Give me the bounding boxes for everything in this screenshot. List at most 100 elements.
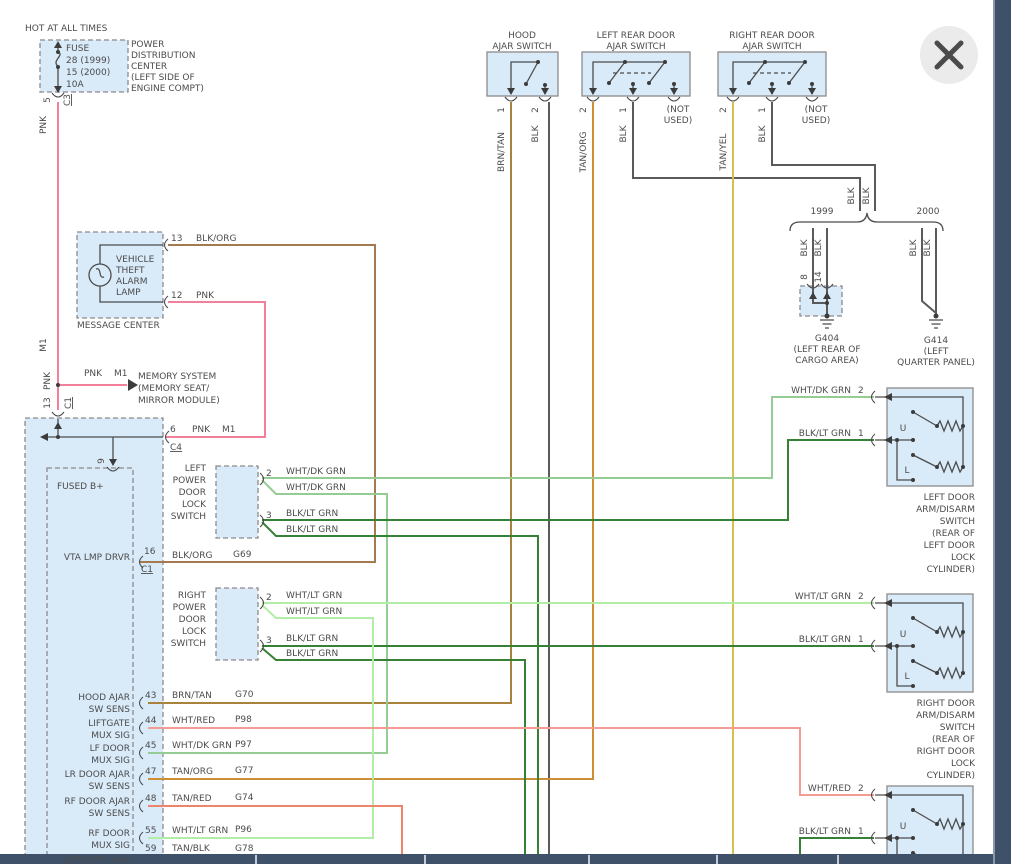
right-ads-label-5: RIGHT DOOR (917, 747, 975, 757)
lpdl-title-5: SWITCH (171, 512, 206, 522)
fuse-pin-5: 5 (43, 97, 53, 103)
row55-pin: 55 (145, 826, 156, 836)
rpdl-pin-2: 2 (266, 593, 272, 603)
row55-circuit: P96 (235, 825, 252, 835)
right-ads-u: U (900, 630, 907, 640)
liftgate-ads-pin-1: 1 (858, 827, 864, 837)
vta-circuit: G69 (233, 550, 252, 560)
row44-label-1: LIFTGATE (88, 719, 130, 729)
right-ads-wire-1: BLK/LT GRN (799, 635, 851, 645)
mc-wire-12: PNK (196, 291, 215, 301)
row48-wire: TAN/RED (171, 794, 212, 804)
mc-pin-12: 12 (171, 291, 182, 301)
rpdl-wire-2a: WHT/LT GRN (286, 591, 342, 601)
year-1999: 1999 (811, 207, 834, 217)
g404-pin-14: 14 (814, 271, 824, 283)
wire-tan-org (148, 102, 593, 779)
pdc-line-2: DISTRIBUTION (131, 51, 195, 61)
year-2000: 2000 (917, 207, 940, 217)
left-ads-wire-1: BLK/LT GRN (799, 429, 851, 439)
wire-blk-left-rear: BLK (619, 124, 629, 142)
right-rear-pin-2: 2 (719, 107, 729, 113)
rpdl-title-3: DOOR (179, 615, 206, 625)
pin6-wire-pnk: PNK (192, 425, 211, 435)
row44-wire: WHT/RED (172, 716, 215, 726)
message-center: MESSAGE CENTER (77, 321, 160, 331)
right-rear-title-1: RIGHT REAR DOOR (729, 31, 815, 41)
left-ads-l: L (904, 466, 909, 476)
close-button[interactable] (920, 26, 978, 84)
right-ads-l: L (904, 672, 909, 682)
row48-circuit: G74 (235, 793, 254, 803)
memory-system-arrow (128, 379, 138, 391)
rpdl-title-1: RIGHT (178, 591, 207, 601)
lpdl-wire-3b: BLK/LT GRN (286, 525, 338, 535)
diagram-labels: HOT AT ALL TIMESFUSE28 (1999)15 (2000)10… (25, 24, 976, 864)
left-ads-label-1: LEFT DOOR (924, 493, 975, 503)
left-ads-label-5: LEFT DOOR (924, 541, 975, 551)
g414-wire-blk-2: BLK (923, 238, 933, 256)
left-door-arm-disarm-switch (875, 388, 973, 486)
memory-system-2: (MEMORY SEAT/ (138, 384, 210, 394)
pdc-line-1: POWER (131, 40, 164, 50)
row43-label-2: SW SENS (89, 705, 131, 715)
wire-tan-yel: TAN/YEL (719, 134, 729, 172)
left-rear-not-used-1: (NOT (667, 105, 690, 115)
right-door-arm-disarm-switch (875, 594, 973, 692)
vta-conn-c1: C1 (141, 565, 153, 575)
fuse-rating: 10A (66, 80, 84, 90)
row48-label-1: RF DOOR AJAR (64, 797, 130, 807)
row43-circuit: G70 (235, 690, 254, 700)
pdc-line-5: ENGINE COMPT) (131, 84, 204, 94)
module-conn-c1: C1 (64, 397, 74, 409)
row47-wire: TAN/ORG (171, 767, 213, 777)
rpdl-wire-3b: BLK/LT GRN (286, 649, 338, 659)
module-pin-13: 13 (43, 397, 53, 408)
row55-label-1: RF DOOR (88, 829, 130, 839)
left-rear-not-used-2: USED) (664, 116, 692, 126)
rpdl-title-2: POWER (173, 603, 206, 613)
pdc-line-4: (LEFT SIDE OF (131, 73, 195, 83)
wire-blk-splice-left: BLK (847, 186, 857, 204)
g404-loc-2: CARGO AREA) (795, 356, 858, 366)
left-ads-pin-1: 1 (858, 429, 864, 439)
fuse-label: FUSE (66, 44, 89, 54)
row48-label-2: SW SENS (89, 809, 131, 819)
right-ads-wire-2: WHT/LT GRN (795, 592, 851, 602)
row47-pin: 47 (145, 767, 156, 777)
row45-label-2: MUX SIG (91, 756, 130, 766)
g414-wire-blk-1: BLK (909, 238, 919, 256)
wire-blk-right-rear: BLK (758, 124, 768, 142)
liftgate-ads-pin-2: 2 (858, 784, 864, 794)
left-rear-title-2: AJAR SWITCH (606, 42, 665, 52)
right-ads-label-7: CYLINDER) (927, 771, 975, 781)
lpdl-title-1: LEFT (185, 464, 207, 474)
right-edge-highlight (993, 0, 995, 864)
left-rear-pin-2: 2 (579, 107, 589, 113)
module-pin-9: 9 (97, 458, 107, 464)
lpdl-pin-3: 3 (266, 511, 272, 521)
row45-label-1: LF DOOR (90, 744, 130, 754)
rpdl-pin-3: 3 (266, 636, 272, 646)
left-rear-pin-1: 1 (619, 107, 629, 113)
g404-wire-blk-2: BLK (814, 238, 824, 256)
right-ads-label-6: LOCK (951, 759, 976, 769)
memory-system-3: MIRROR MODULE) (138, 396, 220, 406)
left-ads-label-6: LOCK (951, 553, 976, 563)
row47-label-2: SW SENS (89, 782, 131, 792)
mem-wire-m1: M1 (114, 369, 128, 379)
diagram-viewer-window: HOT AT ALL TIMESFUSE28 (1999)15 (2000)10… (0, 0, 1011, 864)
right-rear-title-2: AJAR SWITCH (742, 42, 801, 52)
fused-b-plus: FUSED B+ (57, 482, 104, 492)
lpdl-wire-2a: WHT/DK GRN (286, 467, 346, 477)
wire-wht-red (148, 728, 874, 795)
left-ads-u: U (900, 424, 907, 434)
rpdl-wire-2b: WHT/LT GRN (286, 607, 342, 617)
row55-label-2: MUX SIG (91, 841, 130, 851)
hot-at-all-times: HOT AT ALL TIMES (25, 24, 108, 34)
right-ads-pin-2: 2 (858, 592, 864, 602)
hood-switch-title-1: HOOD (508, 31, 536, 41)
wire-blk-hood: BLK (531, 124, 541, 142)
lpdl-pin-2: 2 (266, 469, 272, 479)
row44-pin: 44 (145, 716, 157, 726)
